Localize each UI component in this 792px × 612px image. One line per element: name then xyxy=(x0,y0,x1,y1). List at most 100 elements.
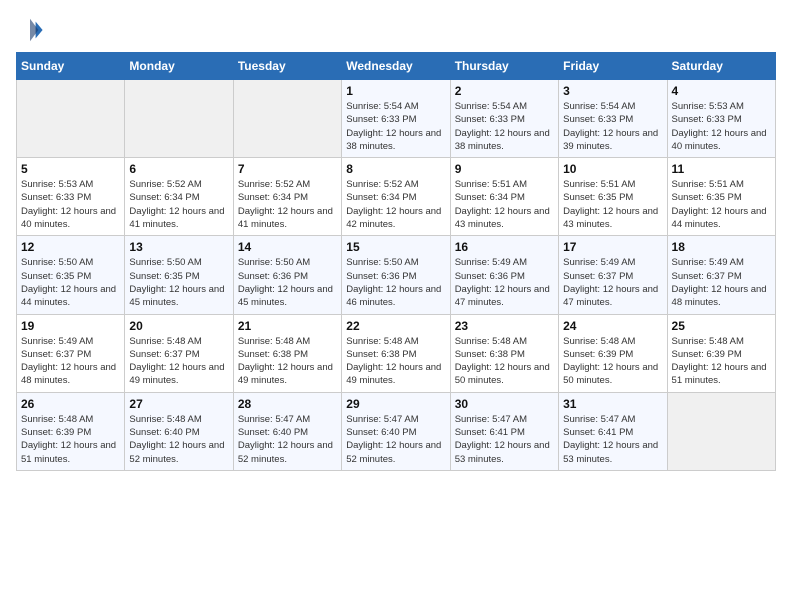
calendar-cell: 11Sunrise: 5:51 AM Sunset: 6:35 PM Dayli… xyxy=(667,158,775,236)
day-number: 19 xyxy=(21,319,120,333)
calendar-cell xyxy=(667,392,775,470)
day-header-monday: Monday xyxy=(125,53,233,80)
calendar-cell: 5 Sunrise: 5:53 AM Sunset: 6:33 PM Daylig… xyxy=(17,158,125,236)
day-header-sunday: Sunday xyxy=(17,53,125,80)
calendar-cell: 25Sunrise: 5:48 AM Sunset: 6:39 PM Dayli… xyxy=(667,314,775,392)
logo-icon xyxy=(16,16,44,44)
day-info: Sunrise: 5:48 AM Sunset: 6:38 PM Dayligh… xyxy=(455,335,554,388)
calendar-week-3: 12 Sunrise: 5:50 AM Sunset: 6:35 PM Dayli… xyxy=(17,236,776,314)
day-number: 7 xyxy=(238,162,337,176)
calendar-cell xyxy=(233,80,341,158)
calendar-table: SundayMondayTuesdayWednesdayThursdayFrid… xyxy=(16,52,776,471)
calendar-cell: 27 Sunrise: 5:48 AM Sunset: 6:40 PM Dayli… xyxy=(125,392,233,470)
day-info: Sunrise: 5:53 AM Sunset: 6:33 PM Dayligh… xyxy=(672,100,771,153)
day-number: 27 xyxy=(129,397,228,411)
calendar-cell: 4 Sunrise: 5:53 AM Sunset: 6:33 PM Daylig… xyxy=(667,80,775,158)
day-header-wednesday: Wednesday xyxy=(342,53,450,80)
day-number: 9 xyxy=(455,162,554,176)
day-info: Sunrise: 5:49 AM Sunset: 6:36 PM Dayligh… xyxy=(455,256,554,309)
day-number: 16 xyxy=(455,240,554,254)
day-info: Sunrise: 5:54 AM Sunset: 6:33 PM Dayligh… xyxy=(563,100,662,153)
calendar-cell xyxy=(125,80,233,158)
day-info: Sunrise: 5:50 AM Sunset: 6:36 PM Dayligh… xyxy=(346,256,445,309)
day-info: Sunrise: 5:54 AM Sunset: 6:33 PM Dayligh… xyxy=(346,100,445,153)
calendar-cell: 12Sunrise: 5:50 AM Sunset: 6:35 PM Dayli… xyxy=(17,236,125,314)
calendar-cell: 6 Sunrise: 5:52 AM Sunset: 6:34 PM Daylig… xyxy=(125,158,233,236)
calendar-cell: 9 Sunrise: 5:51 AM Sunset: 6:34 PM Daylig… xyxy=(450,158,558,236)
day-info: Sunrise: 5:49 AM Sunset: 6:37 PM Dayligh… xyxy=(21,335,120,388)
calendar-cell: 14 Sunrise: 5:50 AM Sunset: 6:36 PM Dayli… xyxy=(233,236,341,314)
day-header-thursday: Thursday xyxy=(450,53,558,80)
day-number: 21 xyxy=(238,319,337,333)
calendar-cell: 17Sunrise: 5:49 AM Sunset: 6:37 PM Dayli… xyxy=(559,236,667,314)
day-number: 22 xyxy=(346,319,445,333)
day-info: Sunrise: 5:51 AM Sunset: 6:34 PM Dayligh… xyxy=(455,178,554,231)
day-number: 4 xyxy=(672,84,771,98)
day-number: 3 xyxy=(563,84,662,98)
day-info: Sunrise: 5:52 AM Sunset: 6:34 PM Dayligh… xyxy=(129,178,228,231)
day-number: 29 xyxy=(346,397,445,411)
calendar-cell: 2 Sunrise: 5:54 AM Sunset: 6:33 PM Daylig… xyxy=(450,80,558,158)
day-info: Sunrise: 5:50 AM Sunset: 6:35 PM Dayligh… xyxy=(129,256,228,309)
calendar-cell: 18 Sunrise: 5:49 AM Sunset: 6:37 PM Dayli… xyxy=(667,236,775,314)
day-number: 26 xyxy=(21,397,120,411)
calendar-cell: 7 Sunrise: 5:52 AM Sunset: 6:34 PM Daylig… xyxy=(233,158,341,236)
calendar-cell: 15Sunrise: 5:50 AM Sunset: 6:36 PM Dayli… xyxy=(342,236,450,314)
calendar-cell: 23Sunrise: 5:48 AM Sunset: 6:38 PM Dayli… xyxy=(450,314,558,392)
day-info: Sunrise: 5:48 AM Sunset: 6:39 PM Dayligh… xyxy=(672,335,771,388)
day-number: 13 xyxy=(129,240,228,254)
calendar-cell: 20Sunrise: 5:48 AM Sunset: 6:37 PM Dayli… xyxy=(125,314,233,392)
calendar-cell: 26Sunrise: 5:48 AM Sunset: 6:39 PM Dayli… xyxy=(17,392,125,470)
day-number: 17 xyxy=(563,240,662,254)
day-info: Sunrise: 5:48 AM Sunset: 6:39 PM Dayligh… xyxy=(563,335,662,388)
day-header-tuesday: Tuesday xyxy=(233,53,341,80)
day-header-friday: Friday xyxy=(559,53,667,80)
calendar-week-2: 5 Sunrise: 5:53 AM Sunset: 6:33 PM Daylig… xyxy=(17,158,776,236)
calendar-cell: 31 Sunrise: 5:47 AM Sunset: 6:41 PM Dayli… xyxy=(559,392,667,470)
day-info: Sunrise: 5:47 AM Sunset: 6:40 PM Dayligh… xyxy=(238,413,337,466)
calendar-header-row: SundayMondayTuesdayWednesdayThursdayFrid… xyxy=(17,53,776,80)
day-info: Sunrise: 5:48 AM Sunset: 6:37 PM Dayligh… xyxy=(129,335,228,388)
day-info: Sunrise: 5:47 AM Sunset: 6:41 PM Dayligh… xyxy=(455,413,554,466)
day-number: 31 xyxy=(563,397,662,411)
calendar-cell: 30 Sunrise: 5:47 AM Sunset: 6:41 PM Dayli… xyxy=(450,392,558,470)
calendar-cell xyxy=(17,80,125,158)
day-number: 11 xyxy=(672,162,771,176)
day-info: Sunrise: 5:49 AM Sunset: 6:37 PM Dayligh… xyxy=(672,256,771,309)
calendar-cell: 13 Sunrise: 5:50 AM Sunset: 6:35 PM Dayli… xyxy=(125,236,233,314)
calendar-cell: 19 Sunrise: 5:49 AM Sunset: 6:37 PM Dayli… xyxy=(17,314,125,392)
day-info: Sunrise: 5:48 AM Sunset: 6:40 PM Dayligh… xyxy=(129,413,228,466)
day-number: 18 xyxy=(672,240,771,254)
day-info: Sunrise: 5:50 AM Sunset: 6:36 PM Dayligh… xyxy=(238,256,337,309)
calendar-body: 1 Sunrise: 5:54 AM Sunset: 6:33 PM Daylig… xyxy=(17,80,776,471)
calendar-cell: 28 Sunrise: 5:47 AM Sunset: 6:40 PM Dayli… xyxy=(233,392,341,470)
day-number: 1 xyxy=(346,84,445,98)
day-info: Sunrise: 5:54 AM Sunset: 6:33 PM Dayligh… xyxy=(455,100,554,153)
day-header-saturday: Saturday xyxy=(667,53,775,80)
calendar-cell: 21Sunrise: 5:48 AM Sunset: 6:38 PM Dayli… xyxy=(233,314,341,392)
day-info: Sunrise: 5:48 AM Sunset: 6:38 PM Dayligh… xyxy=(346,335,445,388)
day-number: 28 xyxy=(238,397,337,411)
calendar-week-5: 26Sunrise: 5:48 AM Sunset: 6:39 PM Dayli… xyxy=(17,392,776,470)
day-number: 5 xyxy=(21,162,120,176)
day-number: 30 xyxy=(455,397,554,411)
calendar-week-4: 19 Sunrise: 5:49 AM Sunset: 6:37 PM Dayli… xyxy=(17,314,776,392)
day-info: Sunrise: 5:47 AM Sunset: 6:40 PM Dayligh… xyxy=(346,413,445,466)
day-number: 24 xyxy=(563,319,662,333)
day-info: Sunrise: 5:47 AM Sunset: 6:41 PM Dayligh… xyxy=(563,413,662,466)
page-header xyxy=(16,16,776,44)
calendar-cell: 22 Sunrise: 5:48 AM Sunset: 6:38 PM Dayli… xyxy=(342,314,450,392)
calendar-cell: 10Sunrise: 5:51 AM Sunset: 6:35 PM Dayli… xyxy=(559,158,667,236)
day-number: 2 xyxy=(455,84,554,98)
logo xyxy=(16,16,48,44)
day-info: Sunrise: 5:52 AM Sunset: 6:34 PM Dayligh… xyxy=(238,178,337,231)
day-number: 6 xyxy=(129,162,228,176)
calendar-cell: 29 Sunrise: 5:47 AM Sunset: 6:40 PM Dayli… xyxy=(342,392,450,470)
calendar-cell: 8Sunrise: 5:52 AM Sunset: 6:34 PM Daylig… xyxy=(342,158,450,236)
day-number: 12 xyxy=(21,240,120,254)
day-number: 14 xyxy=(238,240,337,254)
day-info: Sunrise: 5:53 AM Sunset: 6:33 PM Dayligh… xyxy=(21,178,120,231)
calendar-cell: 16 Sunrise: 5:49 AM Sunset: 6:36 PM Dayli… xyxy=(450,236,558,314)
day-number: 10 xyxy=(563,162,662,176)
day-number: 8 xyxy=(346,162,445,176)
